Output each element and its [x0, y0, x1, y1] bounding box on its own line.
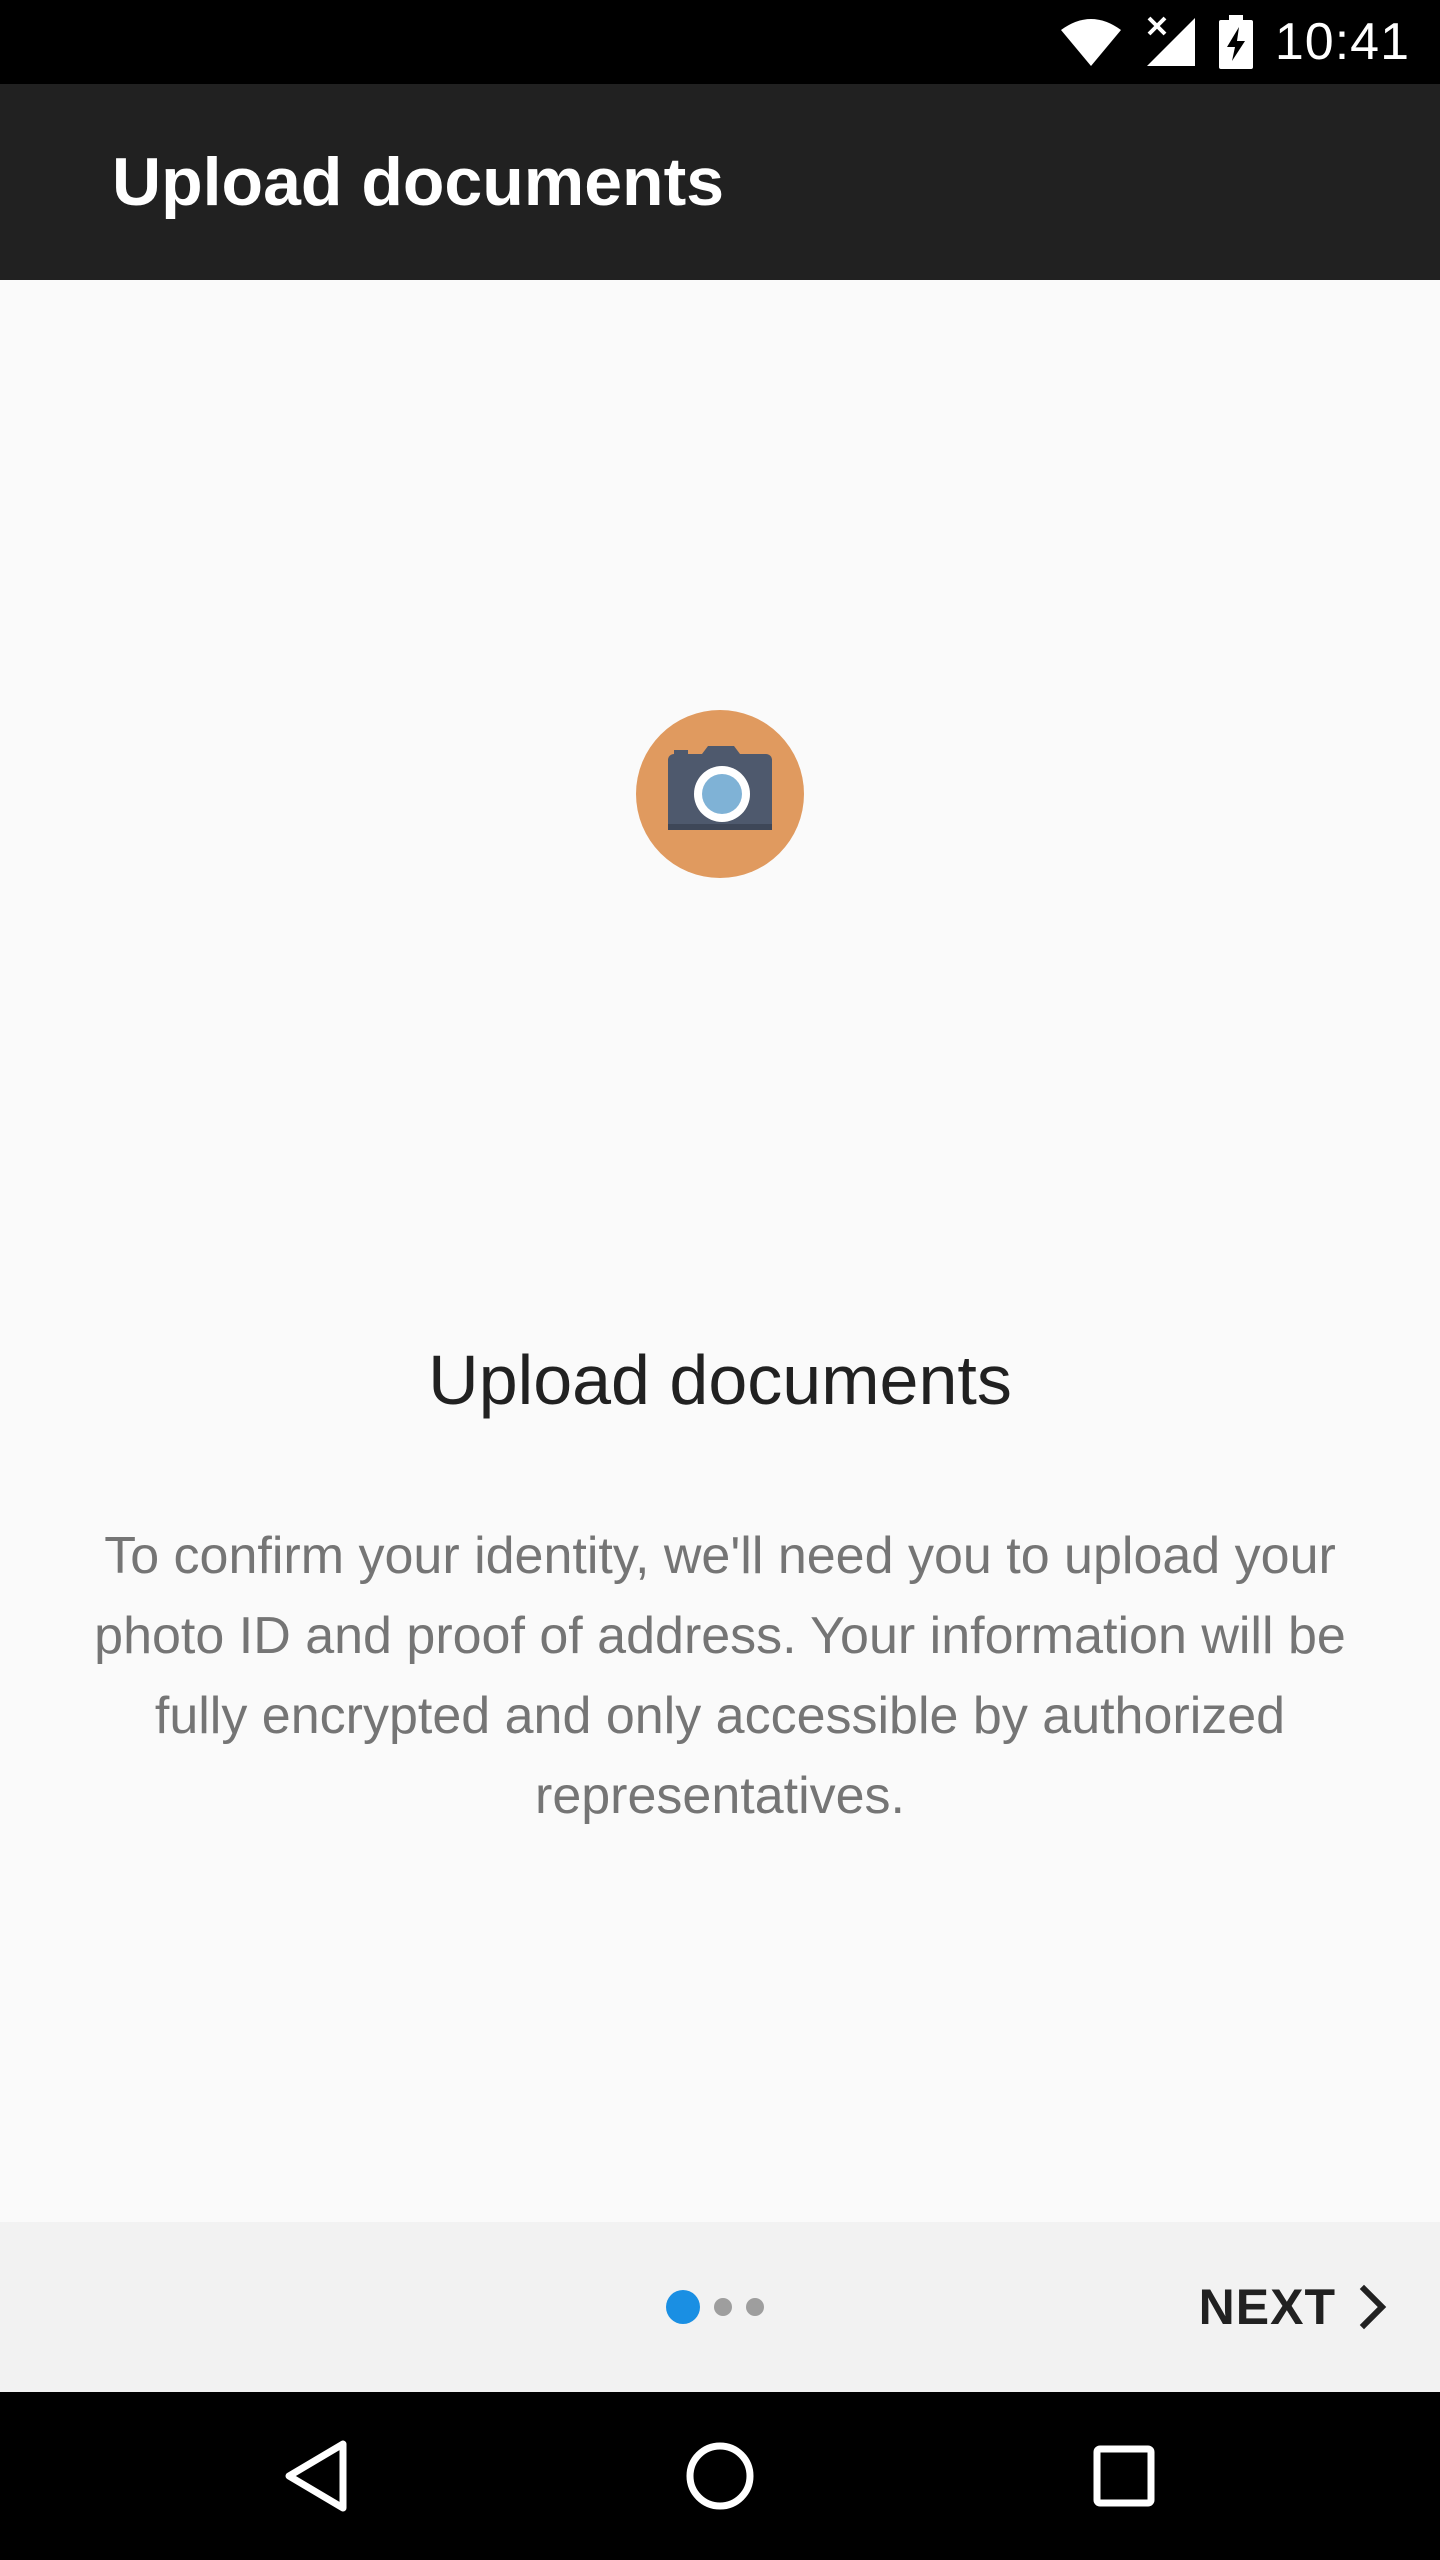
nav-recents-button[interactable]	[1040, 2392, 1208, 2560]
page-dot	[746, 2298, 764, 2316]
battery-charging-icon	[1218, 15, 1253, 69]
home-icon	[686, 2442, 754, 2510]
app-bar-title: Upload documents	[112, 144, 725, 220]
camera-illustration	[636, 710, 804, 878]
onboarding-page: Upload documents To confirm your identit…	[0, 280, 1440, 2222]
chevron-right-icon	[1359, 2284, 1387, 2330]
back-icon	[285, 2440, 347, 2512]
app-bar: Upload documents	[0, 84, 1440, 280]
page-dot	[714, 2298, 732, 2316]
page-indicator	[666, 2222, 764, 2392]
recents-icon	[1093, 2445, 1155, 2507]
camera-icon	[668, 746, 772, 830]
page-dot-active	[666, 2290, 700, 2324]
page-description: To confirm your identity, we'll need you…	[94, 1527, 1346, 1825]
wifi-icon	[1059, 16, 1123, 68]
status-time: 10:41	[1274, 13, 1410, 71]
next-button[interactable]: NEXT	[1199, 2222, 1390, 2392]
system-nav-bar	[0, 2392, 1440, 2560]
next-button-label: NEXT	[1198, 2279, 1336, 2335]
status-bar: 10:41	[0, 0, 1440, 84]
status-icons: 10:41	[1059, 0, 1410, 84]
page-heading: Upload documents	[428, 1341, 1012, 1419]
cellular-signal-icon	[1145, 16, 1197, 68]
bottom-controls: NEXT	[0, 2222, 1440, 2392]
nav-back-button[interactable]	[232, 2392, 400, 2560]
nav-home-button[interactable]	[636, 2392, 804, 2560]
